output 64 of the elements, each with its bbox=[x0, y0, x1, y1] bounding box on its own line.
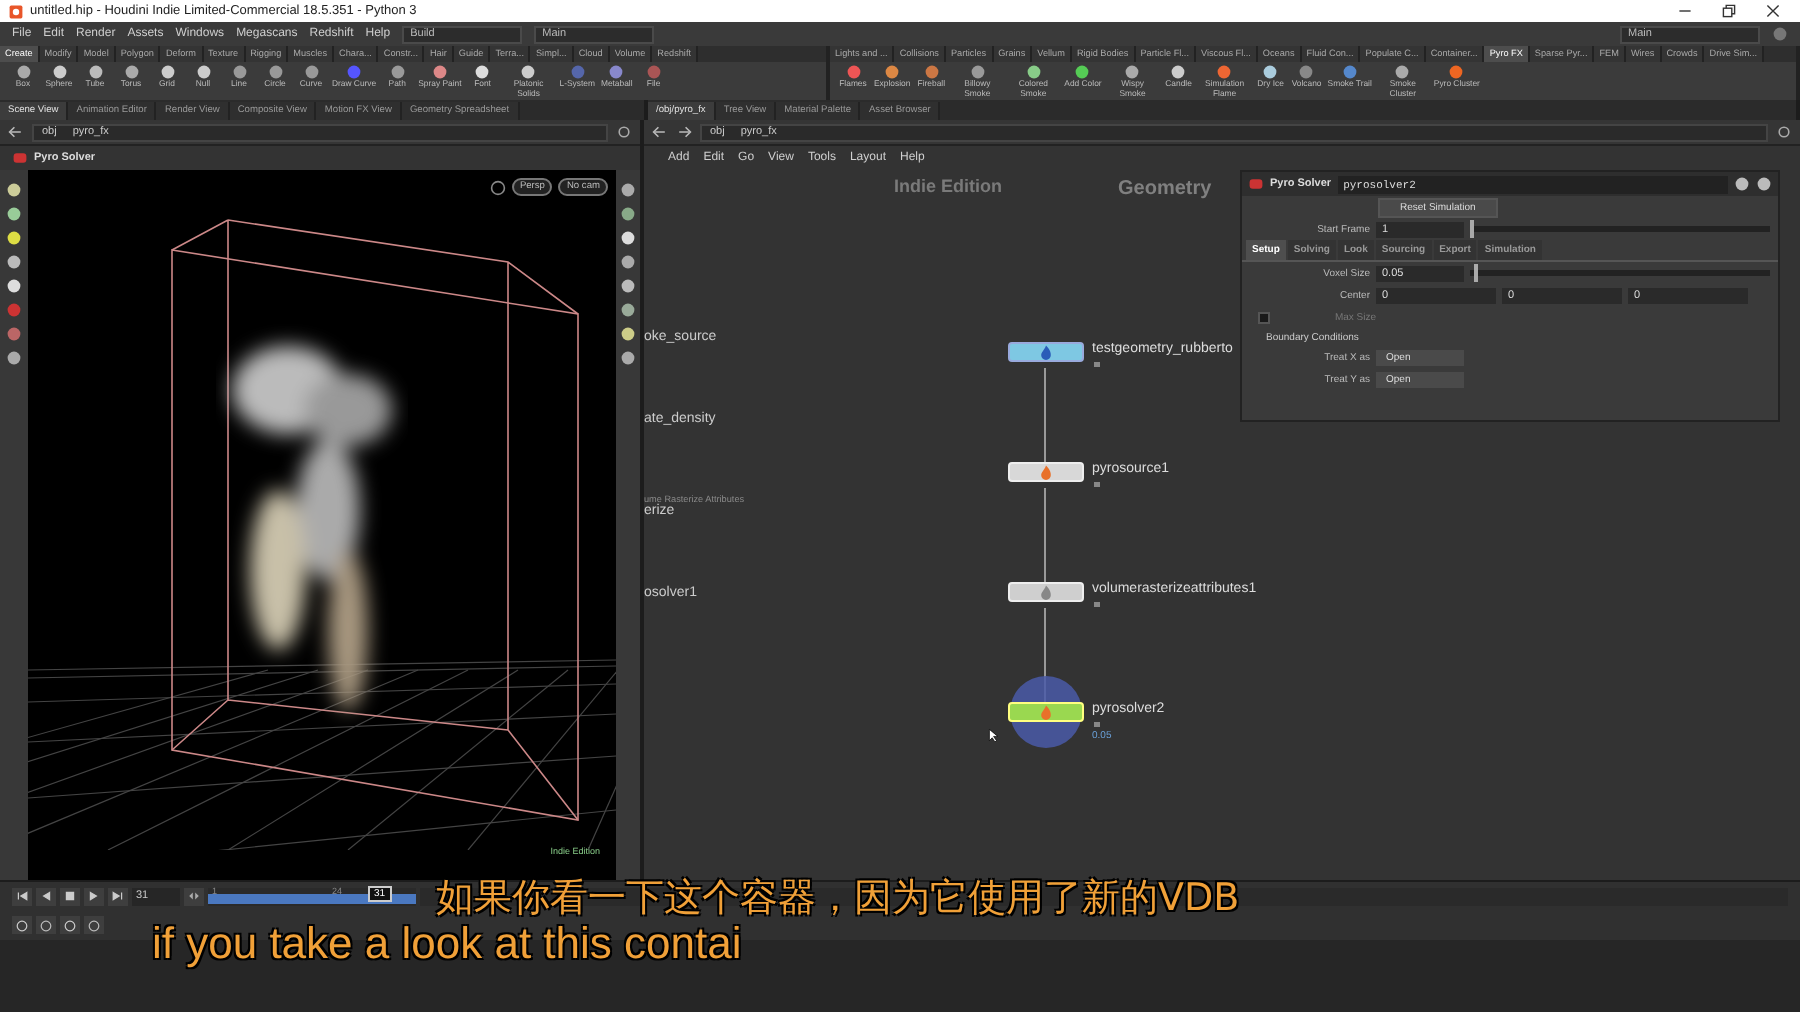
tool-icon bbox=[1074, 64, 1091, 80]
playback-button[interactable] bbox=[108, 887, 128, 906]
minimize-icon bbox=[1678, 4, 1692, 18]
tool-icon bbox=[389, 64, 406, 80]
subtitle-english: if you take a look at this contai bbox=[152, 918, 742, 970]
tool-icon bbox=[1262, 64, 1279, 80]
tool-icon bbox=[87, 64, 103, 80]
node[interactable] bbox=[1008, 342, 1084, 362]
tool-icon bbox=[884, 64, 901, 80]
back-arrow-icon[interactable] bbox=[8, 124, 24, 140]
tool-icon bbox=[1025, 64, 1042, 80]
transport-icon bbox=[112, 890, 124, 903]
tool-icon bbox=[1298, 64, 1315, 80]
close-icon bbox=[1766, 4, 1780, 18]
subtitle-chinese: 如果你看一下这个容器，因为它使用了新的VDB bbox=[436, 874, 1240, 924]
context-label: Geometry bbox=[1118, 178, 1212, 200]
playback-button[interactable] bbox=[12, 887, 32, 906]
tool-icon bbox=[969, 64, 986, 80]
pyro-node-icon bbox=[12, 150, 28, 166]
step-button[interactable] bbox=[184, 887, 204, 906]
timeline-option-button[interactable] bbox=[60, 916, 80, 935]
edition-label: Indie Edition bbox=[894, 176, 1002, 196]
tool-icon bbox=[51, 64, 67, 80]
cursor-icon bbox=[988, 726, 1002, 744]
tool-icon bbox=[1216, 64, 1233, 80]
tool-icon bbox=[1170, 64, 1187, 80]
pyro-node-icon bbox=[1248, 176, 1264, 192]
playback-button[interactable] bbox=[36, 887, 56, 906]
tool-icon bbox=[923, 64, 940, 80]
tool-icon bbox=[569, 64, 586, 80]
timeline-option-button[interactable] bbox=[36, 916, 56, 935]
tool-icon bbox=[303, 64, 319, 80]
tool-icon bbox=[159, 64, 175, 80]
tool-icon bbox=[608, 64, 625, 80]
timeline-option-button[interactable] bbox=[12, 916, 32, 935]
transport-icon bbox=[16, 890, 28, 903]
back-arrow-icon[interactable] bbox=[652, 124, 668, 140]
circle-icon bbox=[40, 919, 52, 932]
tool-icon bbox=[1394, 64, 1411, 80]
tool-icon bbox=[1448, 64, 1465, 80]
tool-icon bbox=[231, 64, 247, 80]
circle-icon bbox=[16, 919, 28, 932]
tool-icon bbox=[1124, 64, 1141, 80]
wire bbox=[1044, 368, 1046, 462]
step-arrows-icon bbox=[188, 890, 200, 903]
playback-button[interactable] bbox=[60, 887, 80, 906]
tool-icon bbox=[1341, 64, 1358, 80]
timeline-option-button[interactable] bbox=[84, 916, 104, 935]
tool-icon bbox=[431, 64, 448, 80]
tool-icon bbox=[845, 64, 861, 80]
tool-icon bbox=[346, 64, 363, 80]
restore-icon bbox=[1722, 4, 1736, 18]
tool-icon bbox=[267, 64, 283, 80]
wire bbox=[1044, 488, 1046, 582]
tool-icon bbox=[474, 64, 491, 80]
tool-icon bbox=[520, 64, 537, 80]
forward-arrow-icon[interactable] bbox=[676, 124, 692, 140]
circle-icon bbox=[88, 919, 100, 932]
tool-icon bbox=[15, 64, 31, 80]
playback-button[interactable] bbox=[84, 887, 104, 906]
circle-icon bbox=[64, 919, 76, 932]
tool-icon bbox=[195, 64, 211, 80]
tool-icon bbox=[123, 64, 139, 80]
tool-icon bbox=[645, 64, 662, 80]
